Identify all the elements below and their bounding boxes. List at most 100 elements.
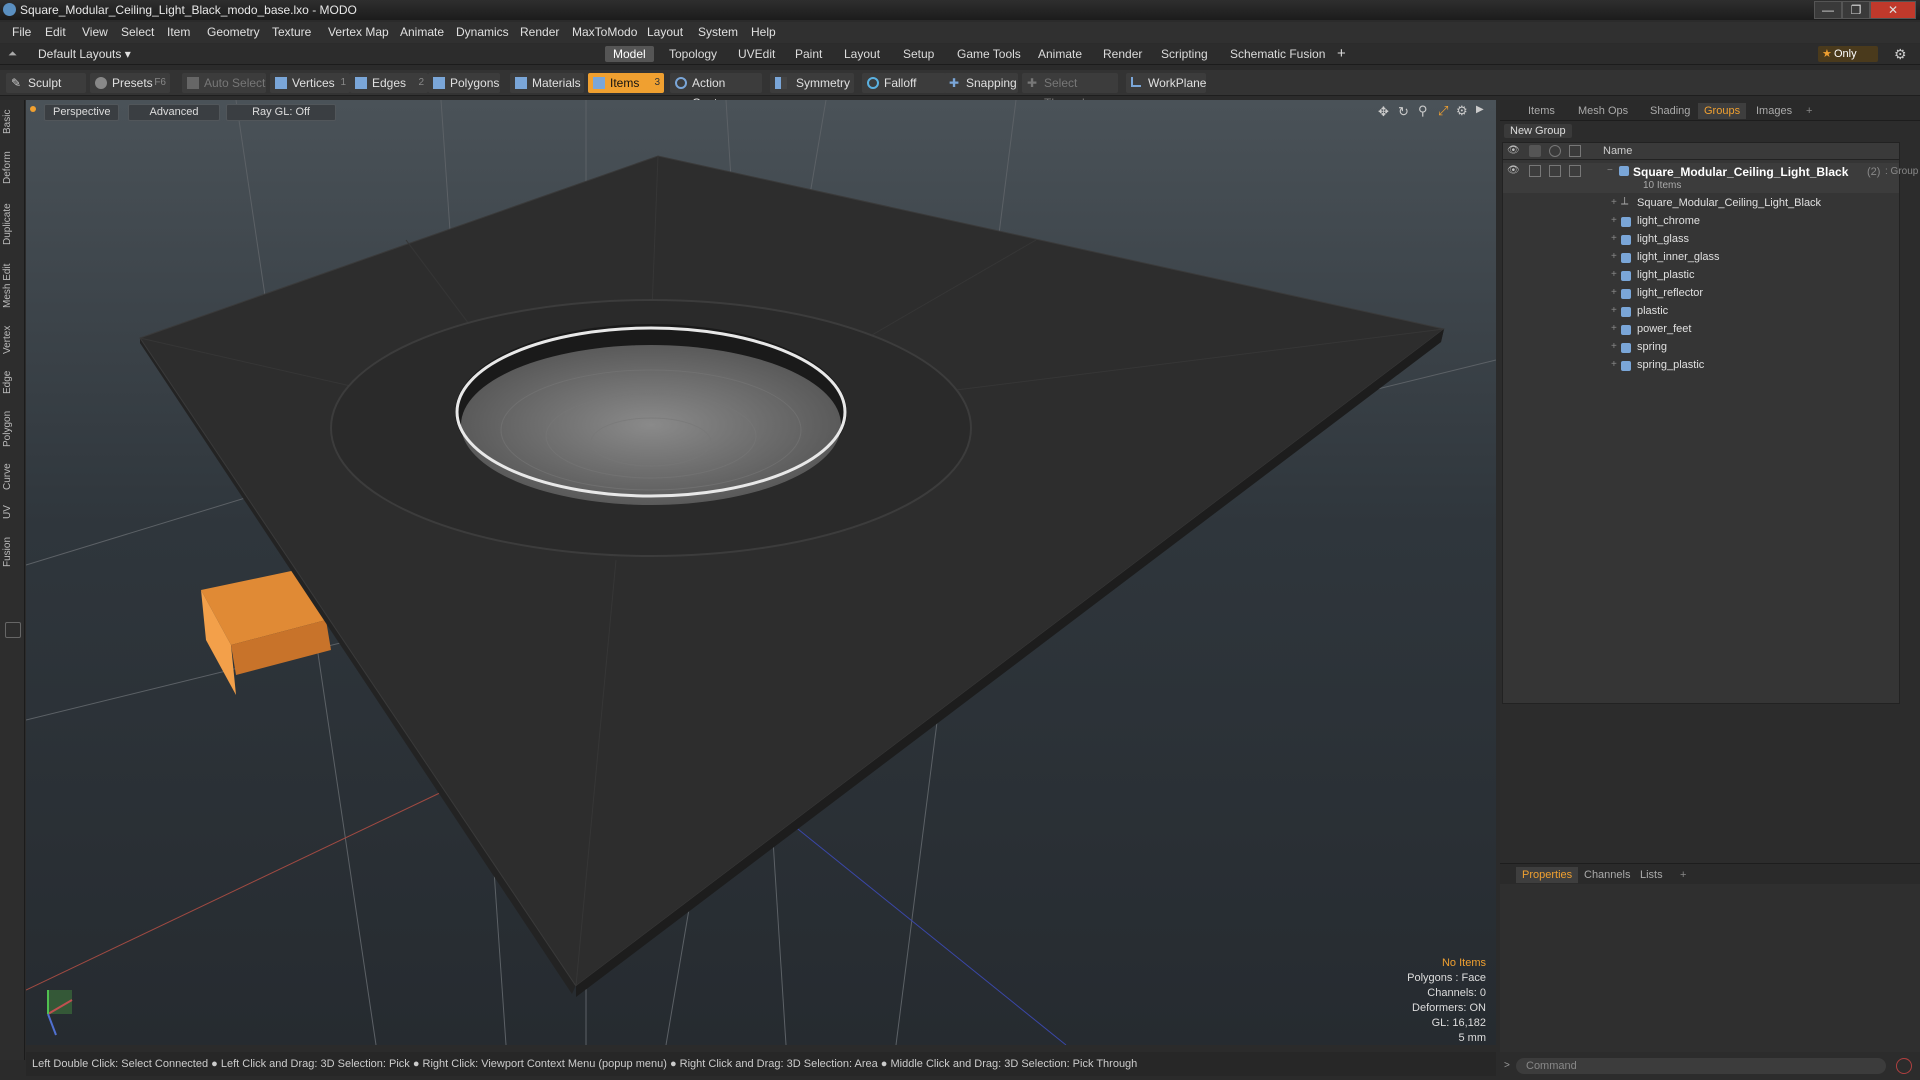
fit-view-icon[interactable]: ⤢: [1438, 103, 1448, 119]
add-tab-button[interactable]: +: [1329, 46, 1354, 62]
expand-icon[interactable]: +: [1611, 323, 1617, 334]
tab-uvedit[interactable]: UVEdit: [730, 46, 783, 62]
tab-items[interactable]: Items: [1522, 103, 1561, 119]
tab-setup[interactable]: Setup: [895, 46, 942, 62]
edges-button[interactable]: Edges 2: [350, 73, 428, 93]
only-toggle[interactable]: ★ Only: [1818, 46, 1878, 62]
menu-edit[interactable]: Edit: [45, 25, 66, 39]
tab-model[interactable]: Model: [605, 46, 654, 62]
list-item[interactable]: + ⟂ Square_Modular_Ceiling_Light_Black: [1503, 195, 1899, 213]
pan-icon[interactable]: ✥: [1378, 104, 1389, 120]
sculpt-button[interactable]: ✎ Sculpt: [6, 73, 86, 93]
lock-column-icon[interactable]: [1549, 145, 1561, 157]
select-column-icon[interactable]: [1569, 145, 1581, 157]
action-center-button[interactable]: Action Center: [670, 73, 762, 110]
snapping-button[interactable]: ✚ Snapping: [944, 73, 1018, 93]
tab-render[interactable]: Render: [1095, 46, 1150, 62]
vtab-curve[interactable]: Curve: [2, 458, 22, 496]
tab-channels[interactable]: Channels: [1578, 867, 1636, 883]
menu-system[interactable]: System: [698, 25, 738, 39]
menu-select[interactable]: Select: [121, 25, 154, 39]
shading-mode-button[interactable]: Advanced: [128, 104, 220, 121]
tab-images[interactable]: Images: [1750, 103, 1798, 119]
list-item[interactable]: + power_feet: [1503, 321, 1899, 339]
minimize-button[interactable]: —: [1814, 1, 1842, 19]
vtab-basic[interactable]: Basic: [2, 104, 22, 140]
groups-list[interactable]: 👁 Name 👁 − Square_Modular_Ceiling_Light_…: [1502, 142, 1918, 704]
expand-icon[interactable]: +: [1611, 197, 1617, 208]
expand-icon[interactable]: +: [1611, 215, 1617, 226]
select-toggle[interactable]: [1569, 165, 1581, 177]
menu-item[interactable]: Item: [167, 25, 190, 39]
rotate-icon[interactable]: ↻: [1398, 104, 1409, 120]
tab-layout[interactable]: Layout: [836, 46, 888, 62]
list-item[interactable]: + light_plastic: [1503, 267, 1899, 285]
menu-help[interactable]: Help: [751, 25, 776, 39]
zoom-icon[interactable]: ⚲: [1418, 103, 1428, 119]
visibility-column-icon[interactable]: 👁: [1507, 145, 1520, 157]
polygons-button[interactable]: Polygons: [428, 73, 500, 93]
auto-select-button[interactable]: Auto Select: [182, 73, 266, 93]
expand-icon[interactable]: +: [1611, 341, 1617, 352]
layout-selector[interactable]: Default Layouts ▾: [38, 47, 131, 61]
light-reflector[interactable]: [461, 345, 841, 505]
list-item[interactable]: + spring: [1503, 339, 1899, 357]
expand-toolbox-button[interactable]: [5, 622, 21, 638]
symmetry-button[interactable]: Symmetry: [770, 73, 854, 93]
list-item[interactable]: + light_inner_glass: [1503, 249, 1899, 267]
list-item[interactable]: + light_reflector: [1503, 285, 1899, 303]
command-history-icon[interactable]: [1896, 1058, 1912, 1074]
command-input[interactable]: Command: [1516, 1058, 1886, 1074]
expand-icon[interactable]: +: [1611, 287, 1617, 298]
vtab-polygon[interactable]: Polygon: [2, 404, 22, 454]
vtab-mesh-edit[interactable]: Mesh Edit: [2, 258, 22, 314]
raygl-button[interactable]: Ray GL: Off: [226, 104, 336, 121]
list-item[interactable]: + light_glass: [1503, 231, 1899, 249]
select-through-button[interactable]: ✚Select Through: [1022, 73, 1118, 110]
presets-button[interactable]: Presets F6: [90, 73, 170, 93]
tab-topology[interactable]: Topology: [661, 46, 725, 62]
render-column-icon[interactable]: [1529, 145, 1541, 157]
viewport-menu-dot-icon[interactable]: [30, 106, 36, 112]
expand-icon[interactable]: +: [1611, 233, 1617, 244]
menu-vertex-map[interactable]: Vertex Map: [328, 25, 389, 39]
menu-view[interactable]: View: [82, 25, 108, 39]
tab-schematic-fusion[interactable]: Schematic Fusion: [1222, 46, 1333, 62]
vertices-button[interactable]: Vertices 1: [270, 73, 350, 93]
eye-icon[interactable]: 👁: [1507, 165, 1520, 177]
new-group-button[interactable]: New Group: [1504, 124, 1572, 138]
collapse-icon[interactable]: −: [1607, 165, 1613, 176]
tab-properties[interactable]: Properties: [1516, 867, 1579, 883]
tab-scripting[interactable]: Scripting: [1153, 46, 1216, 62]
viewport-canvas[interactable]: [26, 100, 1496, 1045]
close-button[interactable]: ✕: [1870, 1, 1916, 19]
tab-game-tools[interactable]: Game Tools: [949, 46, 1029, 62]
vtab-fusion[interactable]: Fusion: [2, 530, 22, 574]
vtab-duplicate[interactable]: Duplicate: [2, 196, 22, 252]
menu-geometry[interactable]: Geometry: [207, 25, 260, 39]
vtab-uv[interactable]: UV: [2, 500, 22, 524]
expand-icon[interactable]: +: [1611, 305, 1617, 316]
expand-icon[interactable]: +: [1611, 251, 1617, 262]
list-item[interactable]: + light_chrome: [1503, 213, 1899, 231]
tab-shading[interactable]: Shading: [1644, 103, 1696, 119]
menu-layout[interactable]: Layout: [647, 25, 683, 39]
vtab-deform[interactable]: Deform: [2, 146, 22, 190]
tab-animate[interactable]: Animate: [1030, 46, 1090, 62]
tab-groups[interactable]: Groups: [1698, 103, 1747, 119]
layout-toggle-icon[interactable]: ⏶: [8, 48, 17, 61]
vtab-edge[interactable]: Edge: [2, 364, 22, 400]
add-panel-tab-icon[interactable]: +: [1800, 103, 1818, 119]
viewport-settings-icon[interactable]: ⚙: [1456, 103, 1468, 119]
materials-button[interactable]: Materials: [510, 73, 584, 93]
lock-toggle[interactable]: [1549, 165, 1561, 177]
list-item[interactable]: + spring_plastic: [1503, 357, 1899, 375]
gear-icon[interactable]: ⚙: [1894, 46, 1907, 63]
items-button[interactable]: Items 3: [588, 73, 664, 93]
vtab-vertex[interactable]: Vertex: [2, 320, 22, 360]
menu-dynamics[interactable]: Dynamics: [456, 25, 509, 39]
menu-render[interactable]: Render: [520, 25, 559, 39]
expand-icon[interactable]: +: [1611, 269, 1617, 280]
viewport-expand-icon[interactable]: ▶: [1476, 104, 1484, 115]
tab-mesh-ops[interactable]: Mesh Ops: [1572, 103, 1634, 119]
